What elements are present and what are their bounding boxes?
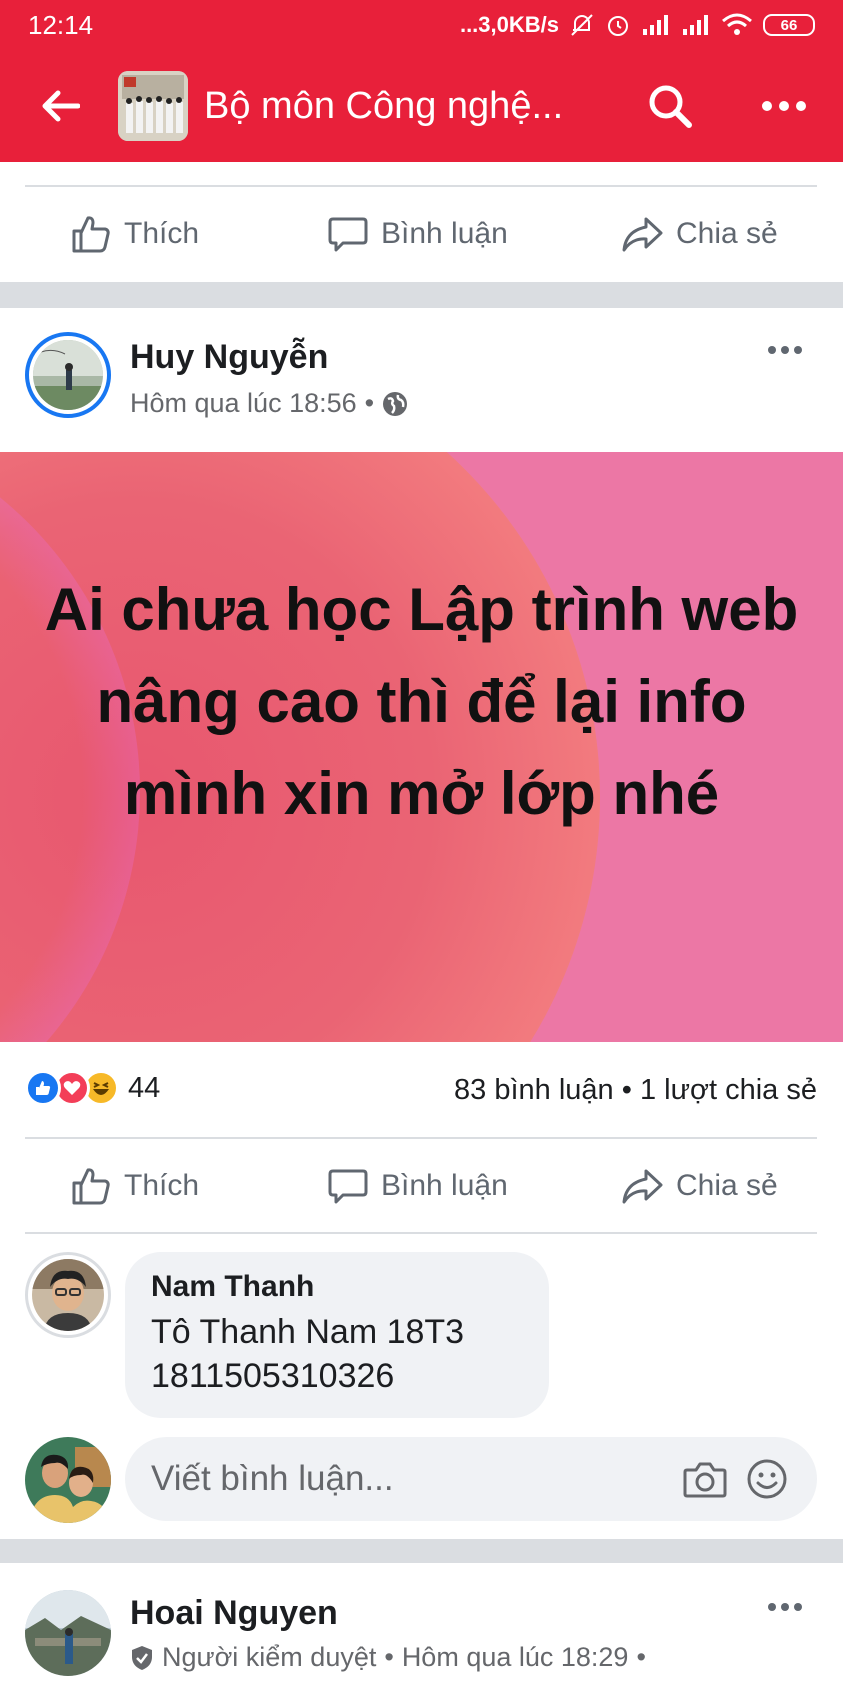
wifi-icon bbox=[721, 13, 753, 37]
feed-gap bbox=[0, 1539, 843, 1563]
next-post-author-name[interactable]: Hoai Nguyen bbox=[130, 1594, 338, 1633]
app-bar: Bộ môn Công nghệ... bbox=[0, 50, 843, 162]
post-meta: Hôm qua lúc 18:56 • bbox=[130, 388, 408, 419]
meta-separator: • bbox=[384, 1642, 394, 1672]
status-bar: 12:14 ...3,0KB/s 66 bbox=[0, 0, 843, 50]
comment-text-line1: Tô Thanh Nam 18T3 bbox=[151, 1313, 465, 1351]
post-time[interactable]: Hôm qua lúc 18:56 bbox=[130, 388, 357, 419]
share-icon bbox=[622, 217, 663, 252]
like-reaction-icon bbox=[25, 1070, 61, 1106]
comment-text-line2: 1811505310326 bbox=[151, 1357, 395, 1395]
thumbs-up-icon bbox=[72, 1168, 110, 1205]
group-thumbnail[interactable] bbox=[118, 71, 188, 141]
comment-button[interactable]: Bình luận bbox=[327, 1142, 508, 1230]
emoji-button[interactable] bbox=[739, 1451, 795, 1507]
status-time: 12:14 bbox=[28, 9, 94, 40]
comment-author[interactable]: Nam Thanh bbox=[151, 1270, 523, 1304]
alarm-icon bbox=[605, 12, 631, 38]
like-label: Thích bbox=[124, 1169, 200, 1202]
like-button[interactable]: Thích bbox=[70, 1142, 199, 1230]
signal-icon bbox=[681, 13, 711, 37]
comment-bubble[interactable]: Nam Thanh Tô Thanh Nam 18T3 181150531032… bbox=[125, 1252, 549, 1418]
comment-label: Bình luận bbox=[381, 1169, 508, 1202]
commenter-avatar[interactable] bbox=[25, 1252, 111, 1338]
more-icon bbox=[762, 101, 806, 111]
back-button[interactable] bbox=[0, 50, 120, 162]
search-button[interactable] bbox=[640, 76, 700, 136]
battery-icon: 66 bbox=[763, 14, 815, 36]
divider bbox=[25, 1137, 817, 1139]
comment-input[interactable]: Viết bình luận... bbox=[125, 1437, 817, 1521]
feed-gap bbox=[0, 282, 843, 308]
more-icon bbox=[768, 1603, 802, 1611]
reaction-count: 44 bbox=[128, 1071, 161, 1104]
current-user-avatar bbox=[25, 1437, 111, 1523]
divider bbox=[25, 185, 817, 187]
camera-icon bbox=[683, 1462, 727, 1498]
globe-icon bbox=[383, 391, 408, 416]
post-text: Ai chưa học Lập trình web nâng cao thì đ… bbox=[44, 576, 799, 827]
verified-shield-icon bbox=[132, 1645, 152, 1670]
signal-icon bbox=[641, 13, 671, 37]
next-author-avatar[interactable] bbox=[25, 1590, 111, 1676]
share-icon bbox=[622, 1169, 663, 1204]
divider bbox=[25, 1232, 817, 1234]
next-post-options-button[interactable] bbox=[760, 1592, 810, 1622]
share-button[interactable]: Chia sẻ bbox=[620, 190, 778, 278]
search-icon bbox=[649, 85, 692, 128]
reaction-summary[interactable]: 44 bbox=[25, 1070, 160, 1106]
camera-button[interactable] bbox=[677, 1451, 733, 1507]
like-label: Thích bbox=[124, 217, 200, 250]
comment-input-placeholder: Viết bình luận... bbox=[151, 1459, 394, 1498]
moderator-badge: Người kiểm duyệt bbox=[162, 1642, 377, 1672]
more-icon bbox=[768, 346, 802, 354]
comment-icon bbox=[328, 1169, 368, 1204]
back-arrow-icon bbox=[42, 90, 80, 122]
share-label: Chia sẻ bbox=[676, 1169, 778, 1202]
meta-separator: • bbox=[636, 1642, 646, 1672]
comment-label: Bình luận bbox=[381, 217, 508, 250]
post-background-text[interactable]: Ai chưa học Lập trình web nâng cao thì đ… bbox=[0, 452, 843, 1042]
group-title[interactable]: Bộ môn Công nghệ... bbox=[204, 85, 594, 128]
next-post-meta: Người kiểm duyệt • Hôm qua lúc 18:29 • bbox=[130, 1642, 646, 1673]
network-speed: ...3,0KB/s bbox=[459, 12, 559, 37]
comment-icon bbox=[328, 217, 368, 252]
emoji-icon bbox=[747, 1459, 787, 1499]
meta-separator: • bbox=[364, 388, 375, 418]
post-author-name[interactable]: Huy Nguyễn bbox=[130, 338, 328, 377]
next-post-time[interactable]: Hôm qua lúc 18:29 bbox=[402, 1642, 629, 1673]
comment-share-stats[interactable]: 83 bình luận • 1 lượt chia sẻ bbox=[454, 1070, 817, 1110]
share-label: Chia sẻ bbox=[676, 217, 778, 250]
post-options-button[interactable] bbox=[760, 335, 810, 365]
share-button[interactable]: Chia sẻ bbox=[620, 1142, 778, 1230]
mute-icon bbox=[569, 12, 595, 38]
comment-button[interactable]: Bình luận bbox=[327, 190, 508, 278]
author-avatar[interactable] bbox=[25, 332, 111, 418]
thumbs-up-icon bbox=[72, 216, 110, 253]
more-button[interactable] bbox=[752, 76, 816, 136]
like-button[interactable]: Thích bbox=[70, 190, 199, 278]
